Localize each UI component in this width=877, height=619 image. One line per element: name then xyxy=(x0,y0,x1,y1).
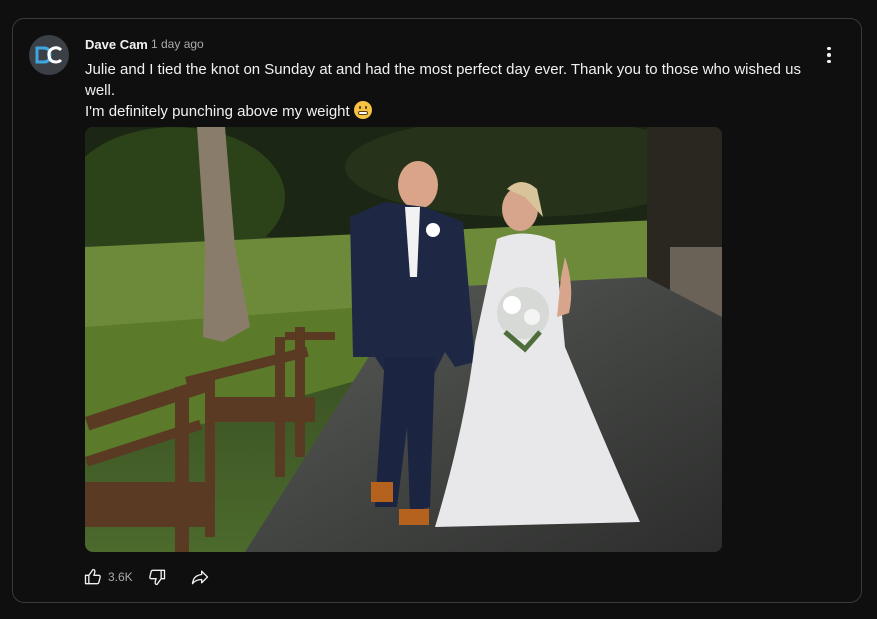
like-button[interactable] xyxy=(83,567,103,587)
comment-text-line1: Julie and I tied the knot on Sunday at a… xyxy=(85,61,802,99)
wedding-photo[interactable] xyxy=(85,127,722,552)
comment-text: Julie and I tied the knot on Sunday at a… xyxy=(85,59,805,122)
thumb-down-icon xyxy=(148,569,165,586)
comment-timestamp[interactable]: 1 day ago xyxy=(151,37,204,51)
comment-card: Dave Cam 1 day ago Julie and I tied the … xyxy=(12,18,862,603)
comment-text-line2: I'm definitely punching above my weight xyxy=(85,103,350,120)
comment-author[interactable]: Dave Cam xyxy=(85,37,148,52)
share-icon xyxy=(191,570,208,585)
comment-actions: 3.6K xyxy=(83,565,211,589)
dislike-button[interactable] xyxy=(147,567,167,587)
grimacing-face-emoji-icon xyxy=(353,101,372,119)
dc-logo-icon xyxy=(35,46,63,64)
like-count: 3.6K xyxy=(108,570,133,584)
more-vert-icon[interactable] xyxy=(819,45,839,65)
thumb-up-icon xyxy=(84,568,101,585)
avatar[interactable] xyxy=(29,35,69,75)
share-button[interactable] xyxy=(189,567,211,587)
